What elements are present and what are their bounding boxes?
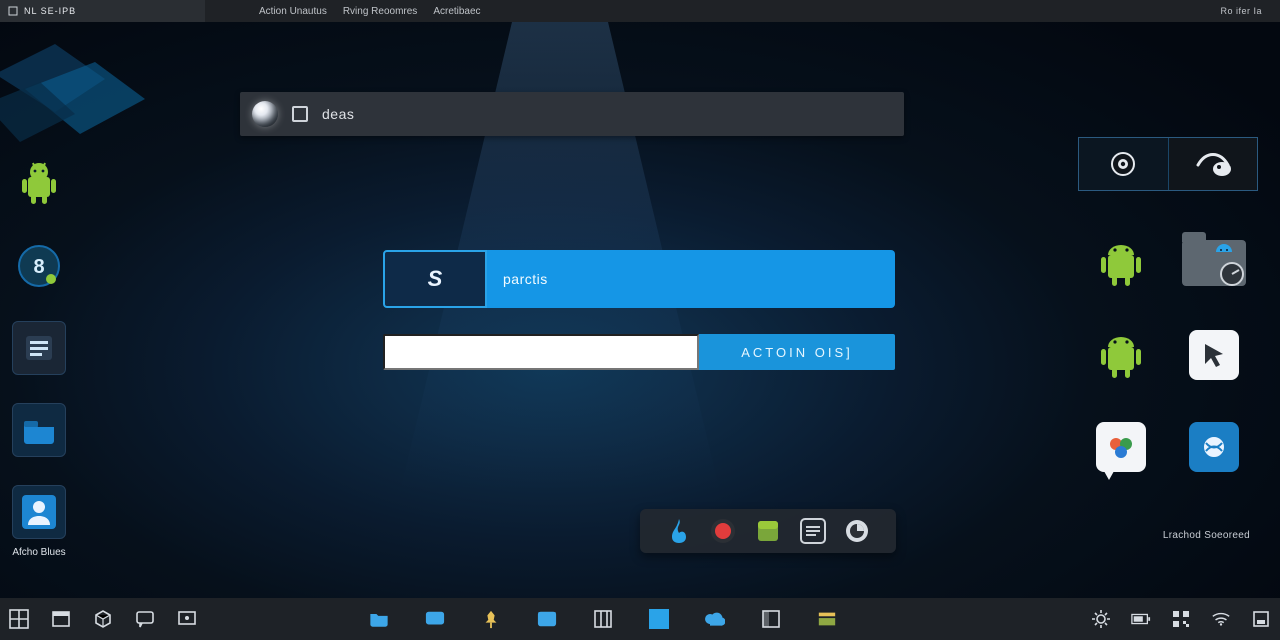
menubar-right-text: Ro ifer Ia	[1220, 6, 1262, 16]
action-button[interactable]: ACTOIN OIS]	[699, 334, 895, 370]
titlebar-text: deas	[322, 106, 354, 122]
window-icon[interactable]	[50, 608, 72, 630]
menu-item-0[interactable]: Action Unautus	[251, 6, 335, 17]
folder-icon[interactable]	[12, 403, 66, 457]
primary-action-row[interactable]: S parctis	[383, 250, 895, 308]
contacts-icon[interactable]: 8	[12, 239, 66, 293]
desktop: deas S parctis ACTOIN OIS] 8 Afcho Blues	[0, 22, 1280, 598]
user-icon-label: Afcho Blues	[12, 547, 65, 558]
record-icon[interactable]	[709, 517, 737, 545]
panel-icon[interactable]	[536, 608, 558, 630]
left-desktop-icons: 8 Afcho Blues	[6, 157, 72, 558]
flame-icon[interactable]	[665, 517, 693, 545]
square-icon[interactable]	[648, 608, 670, 630]
box-icon[interactable]	[92, 608, 114, 630]
stack-icon[interactable]	[816, 608, 838, 630]
text-field[interactable]	[383, 334, 699, 370]
primary-action-label: parctis	[487, 250, 895, 308]
secondary-row: ACTOIN OIS]	[383, 334, 895, 370]
menu-item-2[interactable]: Acretibaec	[425, 6, 488, 17]
right-desktop-icons	[1082, 222, 1252, 488]
right-column-label: Lrachod Soeoreed	[1163, 530, 1250, 541]
menubar-tag-text: NL SE-IPB	[24, 6, 76, 16]
menubar-items: Action Unautus Rving Reoomres Acretibaec	[251, 6, 489, 17]
globe-tile-icon[interactable]	[1189, 422, 1239, 472]
package-icon[interactable]	[754, 517, 782, 545]
grid-icon[interactable]	[8, 608, 30, 630]
monitor-icon[interactable]	[424, 608, 446, 630]
columns-icon[interactable]	[592, 608, 614, 630]
tray-icon[interactable]	[1250, 608, 1272, 630]
cloud-icon[interactable]	[704, 608, 726, 630]
sidebar-icon[interactable]	[760, 608, 782, 630]
cursor-tile-icon[interactable]	[1189, 330, 1239, 380]
chat-colors-icon[interactable]	[1096, 422, 1146, 472]
mini-dock	[640, 509, 896, 553]
mouse-icon[interactable]	[1169, 138, 1258, 190]
titlebar[interactable]: deas	[240, 92, 904, 136]
lines-icon[interactable]	[799, 517, 827, 545]
android-icon[interactable]	[12, 157, 66, 211]
android-icon[interactable]	[1093, 235, 1149, 291]
taskbar-right	[1090, 608, 1272, 630]
taskbar-left	[8, 608, 198, 630]
battery-icon[interactable]	[1130, 608, 1152, 630]
user-icon[interactable]	[12, 485, 66, 539]
android-icon[interactable]	[1093, 327, 1149, 383]
taskbar-mid	[368, 608, 838, 630]
orb-icon	[252, 101, 278, 127]
eye-icon[interactable]	[1079, 138, 1169, 190]
folder-disc-icon[interactable]	[1182, 240, 1246, 286]
top-right-toolbar	[1078, 137, 1258, 191]
chat-icon[interactable]	[134, 608, 156, 630]
list-app-icon[interactable]	[12, 321, 66, 375]
display-icon[interactable]	[176, 608, 198, 630]
wifi-icon[interactable]	[1210, 608, 1232, 630]
pin-icon[interactable]	[480, 608, 502, 630]
primary-action-glyph: S	[383, 250, 487, 308]
center-card: S parctis ACTOIN OIS]	[383, 250, 895, 396]
menubar: NL SE-IPB Action Unautus Rving Reoomres …	[0, 0, 1280, 22]
taskbar	[0, 598, 1280, 640]
qr-icon[interactable]	[1170, 608, 1192, 630]
window-restore-icon[interactable]	[292, 106, 308, 122]
menu-item-1[interactable]: Rving Reoomres	[335, 6, 425, 17]
folder-open-icon[interactable]	[368, 608, 390, 630]
gear-icon[interactable]	[1090, 608, 1112, 630]
svg-text:8: 8	[33, 256, 44, 278]
ring-icon[interactable]	[843, 517, 871, 545]
menubar-tag: NL SE-IPB	[0, 0, 205, 22]
wallpaper-polygons	[0, 34, 155, 154]
